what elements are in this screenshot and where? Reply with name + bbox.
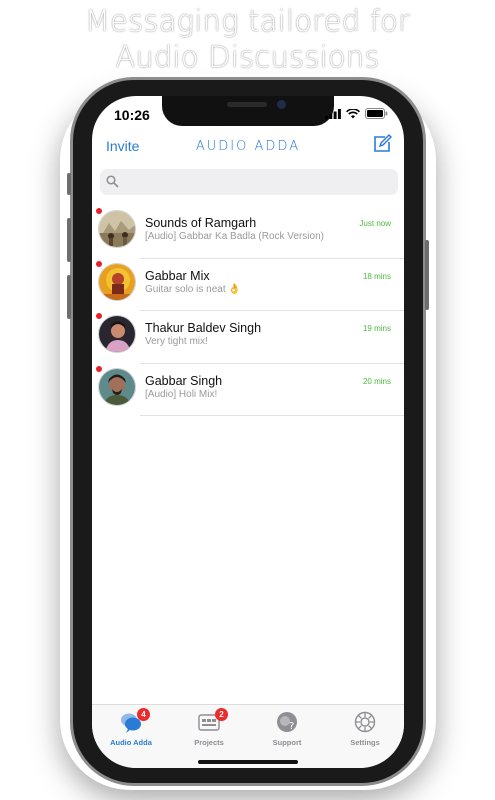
settings-gear-icon <box>354 711 376 733</box>
conversation-name: Gabbar Singh <box>145 373 223 388</box>
avatar <box>98 367 136 406</box>
avatar <box>98 315 136 353</box>
headline-line-1: Messaging tailored for <box>84 4 411 38</box>
conversation-name: Sounds of Ramgarh <box>145 216 257 230</box>
conversation-time: 19 mins <box>362 324 391 333</box>
power-button <box>425 240 429 310</box>
status-time: 10:26 <box>114 107 150 123</box>
tab-audio-adda[interactable]: 4 Audio Adda <box>92 705 170 755</box>
conversation-row[interactable]: Gabbar Singh [Audio] Holi Mix! 20 mins <box>92 364 404 416</box>
conversation-preview: Guitar solo is neat 👌 <box>145 283 241 295</box>
avatar <box>98 210 136 248</box>
tab-support[interactable]: ? Support <box>248 705 326 755</box>
tab-bar: 4 Audio Adda 2 Projects ? Support Settin… <box>92 704 404 768</box>
search-icon <box>106 175 119 188</box>
unread-dot <box>96 313 102 319</box>
conversation-row[interactable]: Sounds of Ramgarh [Audio] Gabbar Ka Badl… <box>92 206 404 259</box>
app-title: AUDIO ADDA <box>195 139 301 154</box>
headline-line-2: Audio Discussions <box>115 40 380 74</box>
conversation-row[interactable]: Gabbar Mix Guitar solo is neat 👌 18 mins <box>92 259 404 311</box>
wifi-icon <box>346 108 360 118</box>
tab-badge: 4 <box>137 708 150 721</box>
conversation-row[interactable]: Thakur Baldev Singh Very tight mix! 19 m… <box>92 311 404 364</box>
support-icon: ? <box>277 712 297 732</box>
conversation-time: 20 mins <box>362 376 391 386</box>
status-icons <box>325 108 388 119</box>
avatar <box>98 262 136 301</box>
front-camera <box>277 100 286 109</box>
conversation-time: Just now <box>359 219 391 228</box>
tab-label: Support <box>272 738 302 747</box>
tab-label: Settings <box>350 738 380 747</box>
tab-badge: 2 <box>215 708 228 721</box>
compose-icon[interactable] <box>372 134 392 154</box>
conversation-time: 18 mins <box>362 271 391 281</box>
speaker-grille <box>227 102 267 107</box>
home-indicator <box>198 760 298 764</box>
conversation-preview: [Audio] Gabbar Ka Badla (Rock Version) <box>145 231 324 242</box>
signal-icon <box>325 108 341 119</box>
unread-dot <box>96 260 102 267</box>
conversation-name: Thakur Baldev Singh <box>145 321 262 335</box>
phone-screen: 10:26 Invite AUDIO ADDA Sounds of Ramgar… <box>92 96 404 768</box>
conversation-name: Gabbar Mix <box>145 268 210 283</box>
search-bar[interactable] <box>100 169 398 195</box>
conversation-preview: [Audio] Holi Mix! <box>145 388 218 400</box>
navigation-bar: Invite AUDIO ADDA <box>92 132 404 160</box>
mute-switch <box>67 173 71 195</box>
conversation-preview: Very tight mix! <box>145 336 208 347</box>
tab-label: Audio Adda <box>110 738 152 747</box>
row-separator <box>140 415 404 416</box>
unread-dot <box>96 365 102 372</box>
notch <box>162 96 334 126</box>
search-input[interactable] <box>124 173 388 193</box>
conversation-list: Sounds of Ramgarh [Audio] Gabbar Ka Badl… <box>92 206 404 416</box>
svg-text:?: ? <box>289 721 294 732</box>
unread-dot <box>96 208 102 214</box>
volume-up-button <box>67 218 71 262</box>
invite-button[interactable]: Invite <box>106 138 139 154</box>
tab-projects[interactable]: 2 Projects <box>170 705 248 755</box>
battery-icon <box>365 108 388 119</box>
tab-settings[interactable]: Settings <box>326 705 404 755</box>
tab-label: Projects <box>194 738 224 747</box>
volume-down-button <box>67 275 71 319</box>
